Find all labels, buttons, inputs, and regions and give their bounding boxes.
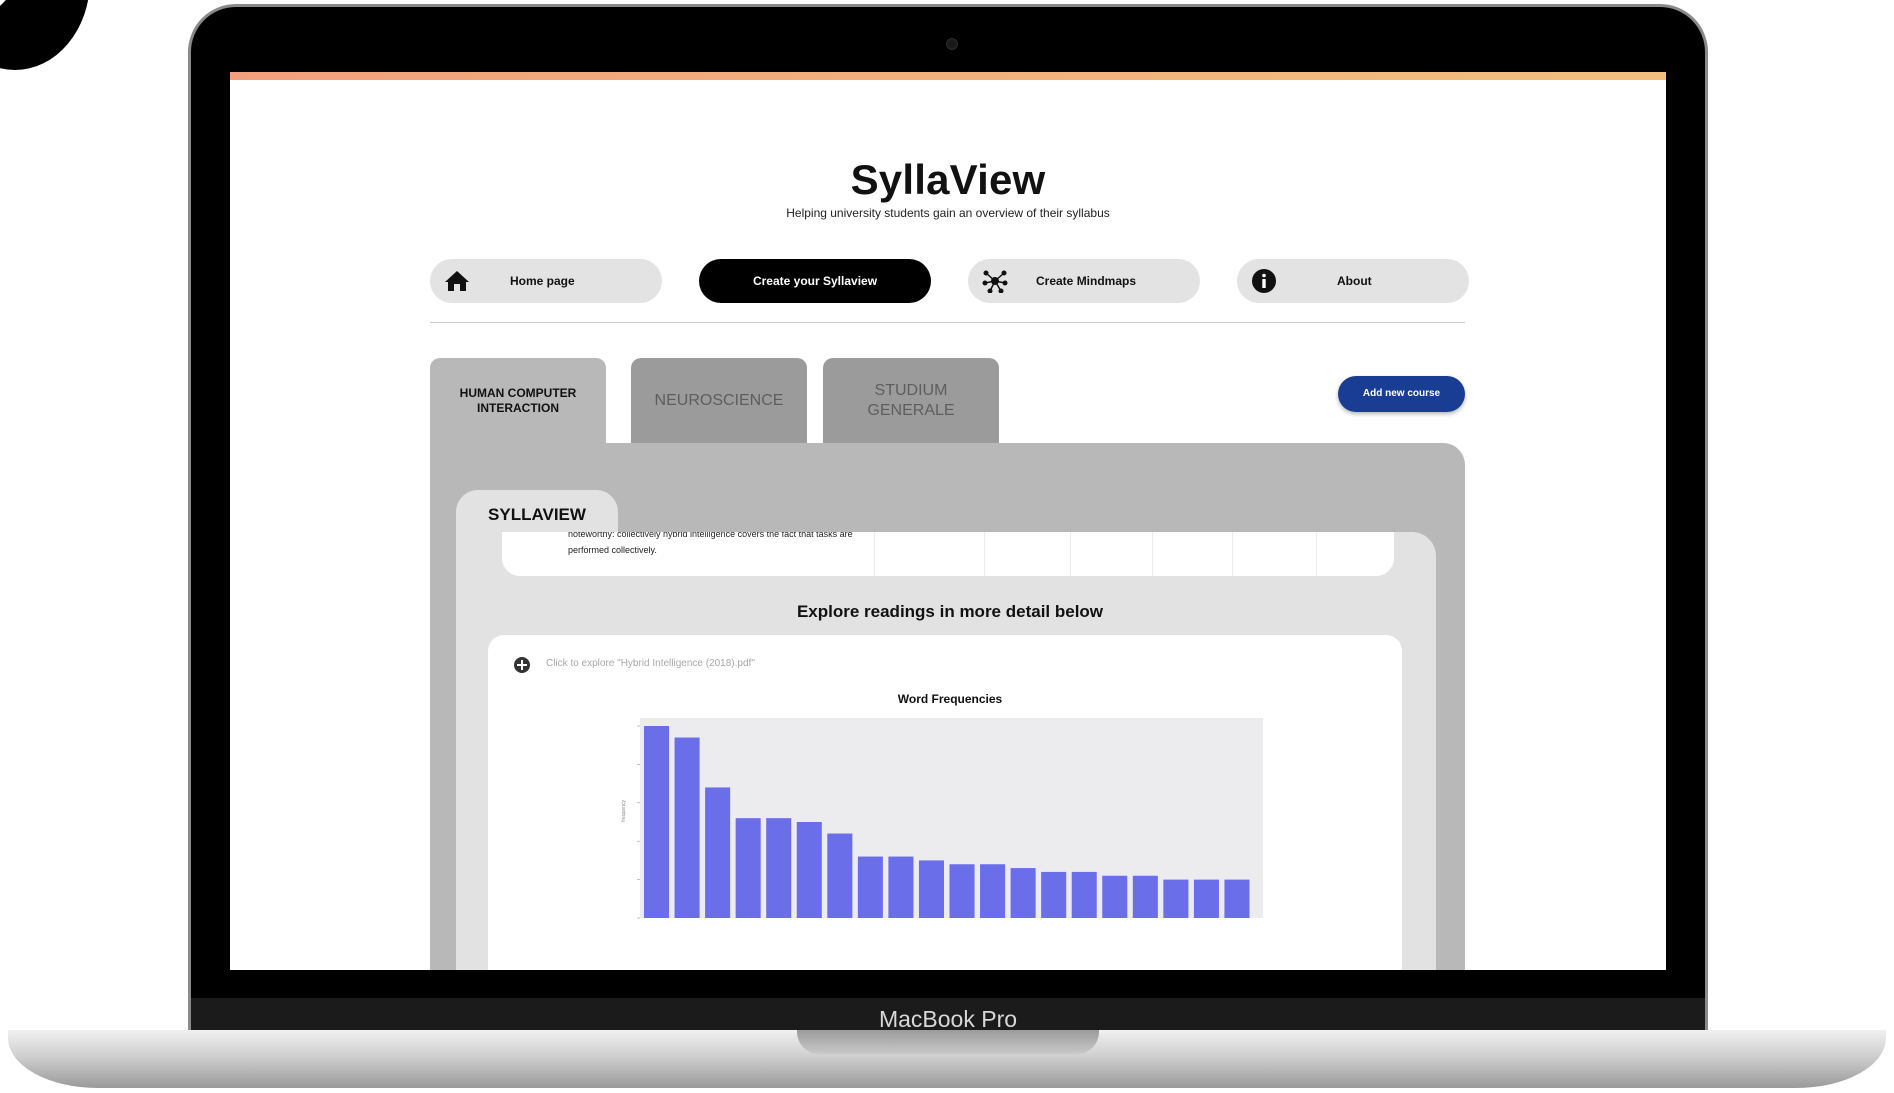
reading-summary-text: noteworthy: collectively hybrid intellig…: [568, 532, 853, 555]
tab-label: NEUROSCIENCE: [654, 392, 784, 409]
home-page-label: Home page: [510, 274, 575, 288]
add-new-course-button[interactable]: Add new course: [1338, 376, 1465, 412]
home-icon: [445, 271, 469, 291]
chart-bar: [918, 860, 945, 918]
column-divider: [984, 532, 985, 576]
explore-reading-link[interactable]: Click to explore "Hybrid Intelligence (2…: [546, 658, 755, 669]
create-mindmaps-button[interactable]: Create Mindmaps: [968, 259, 1200, 303]
chart-bar: [949, 864, 975, 918]
reading-summary-card: noteworthy: collectively hybrid intellig…: [502, 532, 1394, 576]
app-screen: SyllaView Helping university students ga…: [230, 72, 1666, 970]
chart-bar: [1102, 875, 1128, 918]
y-axis-label: frequency: [621, 800, 627, 822]
chart-bar: [1163, 879, 1189, 918]
info-icon: [1252, 269, 1276, 293]
chart-bar: [1071, 871, 1097, 918]
tab-label: STUDIUM GENERALE: [867, 382, 955, 419]
chart-bar: [766, 818, 792, 918]
tab-label: HUMAN COMPUTER INTERACTION: [459, 386, 577, 415]
chart-bar: [857, 856, 883, 918]
chart-title: Word Frequencies: [897, 692, 1003, 706]
accent-bar: [230, 72, 1666, 80]
create-syllaview-label: Create your Syllaview: [752, 274, 878, 288]
tab-human-computer-interaction[interactable]: HUMAN COMPUTER INTERACTION: [430, 358, 606, 444]
column-divider: [1152, 532, 1153, 576]
create-syllaview-button[interactable]: Create your Syllaview: [699, 259, 931, 303]
chart-bar: [1041, 871, 1067, 918]
tab-studium-generale[interactable]: STUDIUM GENERALE: [823, 358, 999, 444]
chart-bar: [1010, 868, 1036, 918]
column-divider: [874, 532, 875, 576]
chart-bar: [705, 787, 731, 918]
mindmap-icon: [982, 270, 1008, 293]
chart-bar: [674, 737, 700, 918]
app-title: SyllaView: [850, 156, 1046, 203]
nav-divider: [430, 322, 1465, 323]
column-divider: [1316, 532, 1317, 576]
about-label: About: [1337, 274, 1372, 288]
tab-neuroscience[interactable]: NEUROSCIENCE: [631, 358, 807, 444]
chart-bar: [735, 818, 761, 918]
create-mindmaps-label: Create Mindmaps: [1036, 274, 1137, 288]
column-divider: [1070, 532, 1071, 576]
home-page-button[interactable]: Home page: [430, 259, 662, 303]
chart-bar: [1224, 879, 1250, 918]
chart-bar: [1132, 875, 1158, 918]
chart-bar: [796, 822, 822, 918]
chart-bar: [888, 856, 914, 918]
chart-bar: [827, 833, 853, 918]
laptop-notch: [797, 1030, 1099, 1054]
decorative-blob: [0, 0, 90, 70]
explore-heading: Explore readings in more detail below: [796, 602, 1104, 621]
about-button[interactable]: About: [1237, 259, 1469, 303]
chart-bar: [1193, 879, 1219, 918]
word-frequency-chart: frequency: [621, 718, 1263, 919]
chart-bar: [644, 726, 670, 918]
plus-circle-icon[interactable]: [513, 656, 531, 674]
app-subtitle: Helping university students gain an over…: [786, 206, 1110, 220]
camera-icon: [946, 38, 958, 50]
column-divider: [1232, 532, 1233, 576]
chart-bar: [980, 864, 1006, 918]
